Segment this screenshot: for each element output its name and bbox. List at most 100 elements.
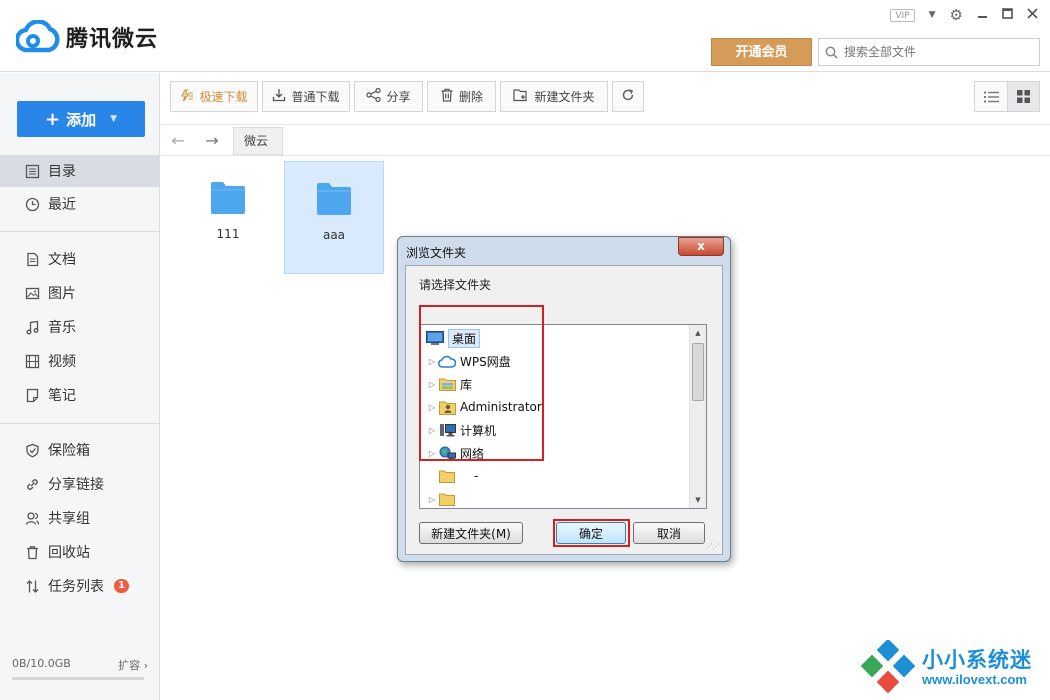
image-icon bbox=[24, 285, 40, 301]
file-name: 111 bbox=[216, 227, 240, 241]
sidebar-item-share-links[interactable]: 分享链接 bbox=[0, 468, 159, 500]
search-input[interactable] bbox=[844, 45, 1024, 59]
sidebar-divider bbox=[0, 423, 159, 424]
sidebar: + 添加 ▼ 目录 最近 文档 图片 音乐 视频 笔记 保险箱 分享链接 共享组… bbox=[0, 73, 160, 700]
sidebar-item-label: 分享链接 bbox=[48, 477, 104, 493]
resize-grip-icon[interactable]: ⋰⋰ bbox=[705, 542, 720, 551]
new-folder-dialog-button[interactable]: 新建文件夹(M) bbox=[419, 522, 523, 544]
vip-badge[interactable]: VIP bbox=[890, 8, 915, 22]
sidebar-item-label: 最近 bbox=[48, 197, 76, 213]
sidebar-item-catalog[interactable]: 目录 bbox=[0, 155, 159, 187]
file-tile[interactable]: 111 bbox=[178, 161, 278, 274]
scroll-down-icon[interactable]: ▼ bbox=[690, 492, 706, 508]
refresh-button[interactable] bbox=[612, 81, 644, 112]
sidebar-item-label: 图片 bbox=[48, 286, 76, 302]
list-view-icon bbox=[983, 91, 999, 102]
open-membership-button[interactable]: 开通会员 bbox=[711, 38, 812, 66]
document-icon bbox=[24, 251, 40, 267]
watermark-text: 小小系统迷 www.ilovext.com bbox=[922, 648, 1032, 688]
search-icon bbox=[825, 46, 838, 59]
sidebar-item-task-list[interactable]: 任务列表 1 bbox=[0, 570, 159, 602]
breadcrumb: ← → 微云 bbox=[161, 126, 1050, 156]
add-button[interactable]: + 添加 ▼ bbox=[17, 101, 145, 137]
tree-item-folder[interactable]: - bbox=[426, 465, 478, 487]
close-icon[interactable] bbox=[1027, 7, 1038, 23]
sidebar-item-label: 目录 bbox=[48, 164, 76, 180]
sidebar-item-recycle-bin[interactable]: 回收站 bbox=[0, 536, 159, 568]
dialog-close-button[interactable]: x bbox=[678, 237, 724, 256]
folder-icon bbox=[438, 491, 456, 507]
sidebar-item-label: 回收站 bbox=[48, 545, 90, 561]
link-icon bbox=[24, 476, 40, 492]
sidebar-item-label: 保险箱 bbox=[48, 443, 90, 459]
minimize-icon[interactable] bbox=[977, 8, 988, 23]
scroll-thumb[interactable] bbox=[692, 343, 704, 401]
sidebar-item-shared-groups[interactable]: 共享组 bbox=[0, 502, 159, 534]
toolbar-button-label: 极速下载 bbox=[199, 90, 248, 104]
transfer-icon bbox=[24, 578, 40, 594]
list-view-button[interactable] bbox=[975, 82, 1007, 111]
breadcrumb-item-root[interactable]: 微云 bbox=[233, 126, 284, 155]
folder-icon bbox=[317, 183, 351, 215]
trash-icon bbox=[24, 544, 40, 560]
sidebar-item-label: 笔记 bbox=[48, 388, 76, 404]
sidebar-item-label: 文档 bbox=[48, 252, 76, 268]
tree-item-label: - bbox=[474, 469, 479, 483]
video-icon bbox=[24, 353, 40, 369]
file-name: aaa bbox=[322, 228, 346, 242]
tree-item-folder[interactable]: ▷ bbox=[426, 488, 460, 508]
maximize-icon[interactable] bbox=[1002, 7, 1013, 23]
download-icon bbox=[272, 88, 286, 105]
watermark-line1: 小小系统迷 bbox=[922, 648, 1032, 672]
forward-arrow-icon[interactable]: → bbox=[195, 131, 229, 150]
gear-icon[interactable]: ⚙ bbox=[950, 6, 963, 24]
search-box[interactable] bbox=[818, 38, 1040, 66]
sidebar-item-video[interactable]: 视频 bbox=[0, 345, 159, 377]
expand-storage-link[interactable]: 扩容 › bbox=[118, 657, 148, 673]
dialog-title: 浏览文件夹 bbox=[406, 246, 467, 260]
watermark: 小小系统迷 www.ilovext.com bbox=[860, 640, 1032, 696]
highlight-box-ok bbox=[553, 519, 630, 547]
grid-view-button[interactable] bbox=[1007, 82, 1039, 111]
new-folder-icon bbox=[513, 88, 529, 105]
refresh-icon bbox=[621, 88, 635, 105]
app-logo: 腾讯微云 bbox=[16, 20, 158, 54]
watermark-logo-icon bbox=[860, 640, 916, 694]
sidebar-divider bbox=[0, 231, 159, 232]
share-button[interactable]: 分享 bbox=[354, 81, 423, 112]
window-controls: VIP ▼ ⚙ bbox=[890, 6, 1038, 24]
scroll-up-icon[interactable]: ▲ bbox=[690, 325, 706, 341]
clock-icon bbox=[24, 196, 40, 212]
expand-arrow-icon[interactable]: ▷ bbox=[426, 495, 438, 504]
new-folder-button[interactable]: 新建文件夹 bbox=[500, 81, 608, 112]
delete-button[interactable]: 删除 bbox=[427, 81, 496, 112]
sidebar-item-label: 任务列表 bbox=[48, 579, 104, 595]
sidebar-item-safe[interactable]: 保险箱 bbox=[0, 434, 159, 466]
shield-icon bbox=[24, 442, 40, 458]
sidebar-item-documents[interactable]: 文档 bbox=[0, 243, 159, 275]
caret-down-icon: ▼ bbox=[110, 114, 118, 124]
sidebar-item-label: 共享组 bbox=[48, 511, 90, 527]
sidebar-item-recent[interactable]: 最近 bbox=[0, 188, 159, 220]
view-mode-toggle bbox=[974, 81, 1040, 112]
cloud-logo-icon bbox=[16, 20, 60, 53]
tree-scrollbar[interactable]: ▲ ▼ bbox=[689, 325, 706, 508]
file-tile[interactable]: aaa bbox=[284, 161, 384, 274]
toolbar-button-label: 新建文件夹 bbox=[534, 90, 595, 104]
storage-info: 0B/10.0GB 扩容 › bbox=[12, 657, 148, 673]
back-arrow-icon[interactable]: ← bbox=[161, 131, 195, 150]
catalog-icon bbox=[24, 163, 40, 179]
watermark-line2: www.ilovext.com bbox=[922, 672, 1027, 687]
sidebar-item-music[interactable]: 音乐 bbox=[0, 311, 159, 343]
toolbar-button-label: 普通下载 bbox=[291, 90, 340, 104]
toolbar-button-label: 删除 bbox=[458, 90, 483, 104]
app-title: 腾讯微云 bbox=[66, 27, 159, 52]
normal-download-button[interactable]: 普通下载 bbox=[262, 81, 350, 112]
menu-dropdown-icon[interactable]: ▼ bbox=[929, 10, 936, 20]
fast-download-button[interactable]: 极速下载 bbox=[170, 81, 258, 112]
sidebar-item-images[interactable]: 图片 bbox=[0, 277, 159, 309]
cancel-button[interactable]: 取消 bbox=[633, 522, 705, 544]
sidebar-item-notes[interactable]: 笔记 bbox=[0, 379, 159, 411]
storage-usage-text: 0B/10.0GB bbox=[12, 657, 71, 670]
sidebar-item-label: 音乐 bbox=[48, 320, 76, 336]
